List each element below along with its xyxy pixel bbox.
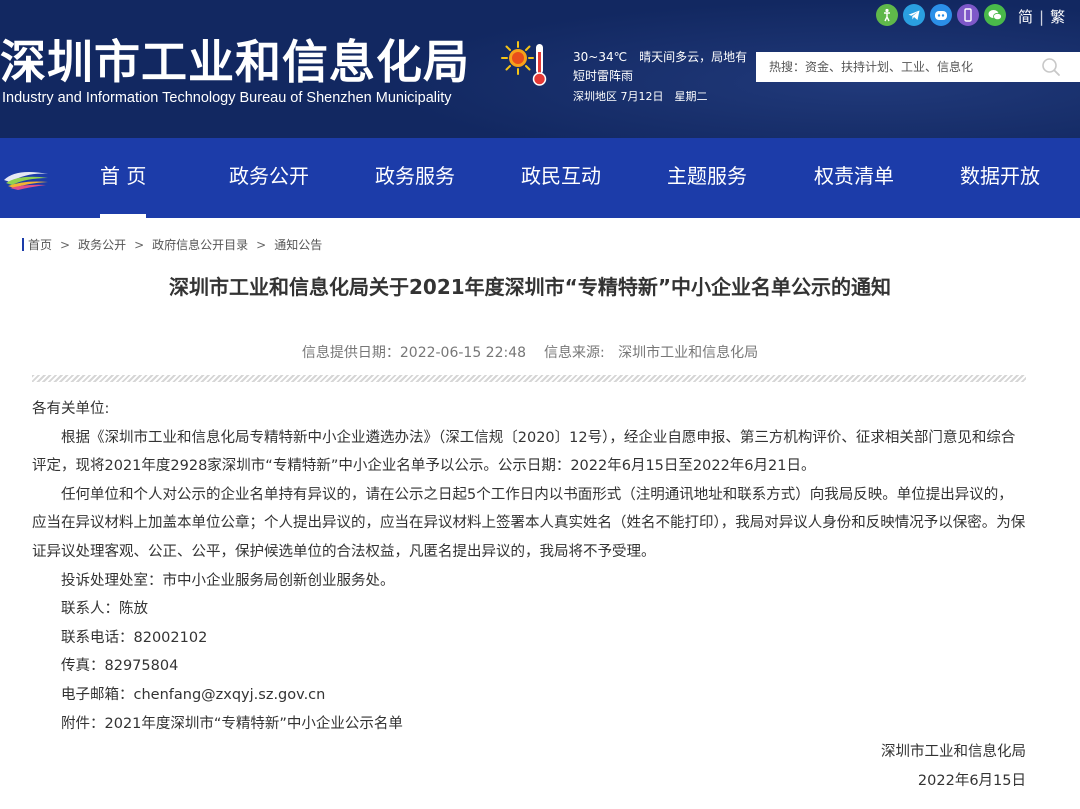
article-meta: 信息提供日期：2022-06-15 22:48 信息来源: 深圳市工业和信息化局 [0,342,1060,362]
article-source-label: 信息来源: [544,345,605,361]
lang-traditional[interactable]: 繁 [1050,8,1065,26]
breadcrumb-marker [22,238,24,251]
lang-simplified[interactable]: 简 [1018,8,1033,26]
contact-office: 投诉处理处室：市中小企业服务局创新创业服务处。 [61,572,395,589]
nav-item-responsibility-list[interactable]: 权责清单 [814,138,894,218]
article-date: 信息提供日期：2022-06-15 22:48 [301,345,527,361]
wechat-icon[interactable] [984,4,1006,26]
contact-person: 联系人：陈放 [61,601,148,618]
search-box [756,52,1080,82]
weather-info: 30~34℃ 晴天间多云，局地有短时雷阵雨 深圳地区 7月12日 星期二 [573,48,753,106]
contact-fax: 传真：82975804 [61,658,179,675]
attachment-label: 附件： [61,715,105,732]
site-header: 深圳市工业和信息化局 Industry and Information Tech… [0,0,1080,138]
contact-email[interactable]: chenfang@zxqyj.sz.gov.cn [134,687,326,703]
divider [32,375,1026,382]
contact-email-label: 电子邮箱： [61,686,134,703]
site-title[interactable]: 深圳市工业和信息化局 [0,26,470,92]
accessibility-icon[interactable] [876,4,898,26]
article-body: 各有关单位: 根据《深圳市工业和信息化局专精特新中小企业遴选办法》（深工信规〔2… [32,395,1026,738]
weather-region-date: 深圳地区 7月12日 星期二 [573,90,708,103]
breadcrumb-separator: > [60,238,71,252]
mobile-icon[interactable] [957,4,979,26]
nav-item-home[interactable]: 首 页 [100,138,147,218]
article-paragraph: 任何单位和个人对公示的企业名单持有异议的，请在公示之日起5个工作日内以书面形式（… [32,486,1026,560]
signature-org: 深圳市工业和信息化局 [881,744,1026,760]
top-toolbar [876,4,1011,26]
article-paragraph: 根据《深圳市工业和信息化局专精特新中小企业遴选办法》（深工信规〔2020〕12号… [32,429,1016,475]
site-subtitle: Industry and Information Technology Bure… [2,90,452,106]
nav-item-government-affairs[interactable]: 政务公开 [229,138,309,218]
lang-separator: | [1039,8,1045,26]
breadcrumb-notices[interactable]: 通知公告 [274,238,322,252]
sun-thermometer-icon [501,41,547,86]
search-icon[interactable] [1040,56,1062,78]
breadcrumb-info-catalog[interactable]: 政府信息公开目录 [152,238,248,252]
breadcrumb-home[interactable]: 首页 [28,238,52,252]
signature-date: 2022年6月15日 [917,773,1026,789]
nav-item-government-services[interactable]: 政务服务 [375,138,455,218]
article-title: 深圳市工业和信息化局关于2021年度深圳市“专精特新”中小企业名单公示的通知 [169,275,891,299]
language-switch: 简 | 繁 [1018,6,1065,27]
main-nav: 首 页 政务公开 政务服务 政民互动 主题服务 权责清单 数据开放 [0,138,1080,218]
breadcrumb-separator: > [134,238,145,252]
telegram-icon[interactable] [903,4,925,26]
nav-item-theme-services[interactable]: 主题服务 [667,138,747,218]
breadcrumb-government-affairs[interactable]: 政务公开 [78,238,126,252]
breadcrumb-separator: > [256,238,267,252]
contact-email-row: 电子邮箱：chenfang@zxqyj.sz.gov.cn [32,681,1026,710]
shenzhen-logo-icon[interactable] [2,164,50,190]
breadcrumb: 首页 > 政务公开 > 政府信息公开目录 > 通知公告 [22,236,322,253]
nav-item-interaction[interactable]: 政民互动 [521,138,601,218]
article-source: 深圳市工业和信息化局 [618,345,759,361]
attachment-row: 附件：2021年度深圳市“专精特新”中小企业公示名单 [32,710,1026,739]
attachment-link[interactable]: 2021年度深圳市“专精特新”中小企业公示名单 [105,716,403,732]
weather-forecast: 30~34℃ 晴天间多云，局地有短时雷阵雨 [573,50,748,83]
nav-item-open-data[interactable]: 数据开放 [960,138,1040,218]
robot-chat-icon[interactable] [930,4,952,26]
search-input[interactable] [756,52,1036,82]
article-greeting: 各有关单位: [32,401,110,417]
contact-phone: 联系电话：82002102 [61,629,208,646]
